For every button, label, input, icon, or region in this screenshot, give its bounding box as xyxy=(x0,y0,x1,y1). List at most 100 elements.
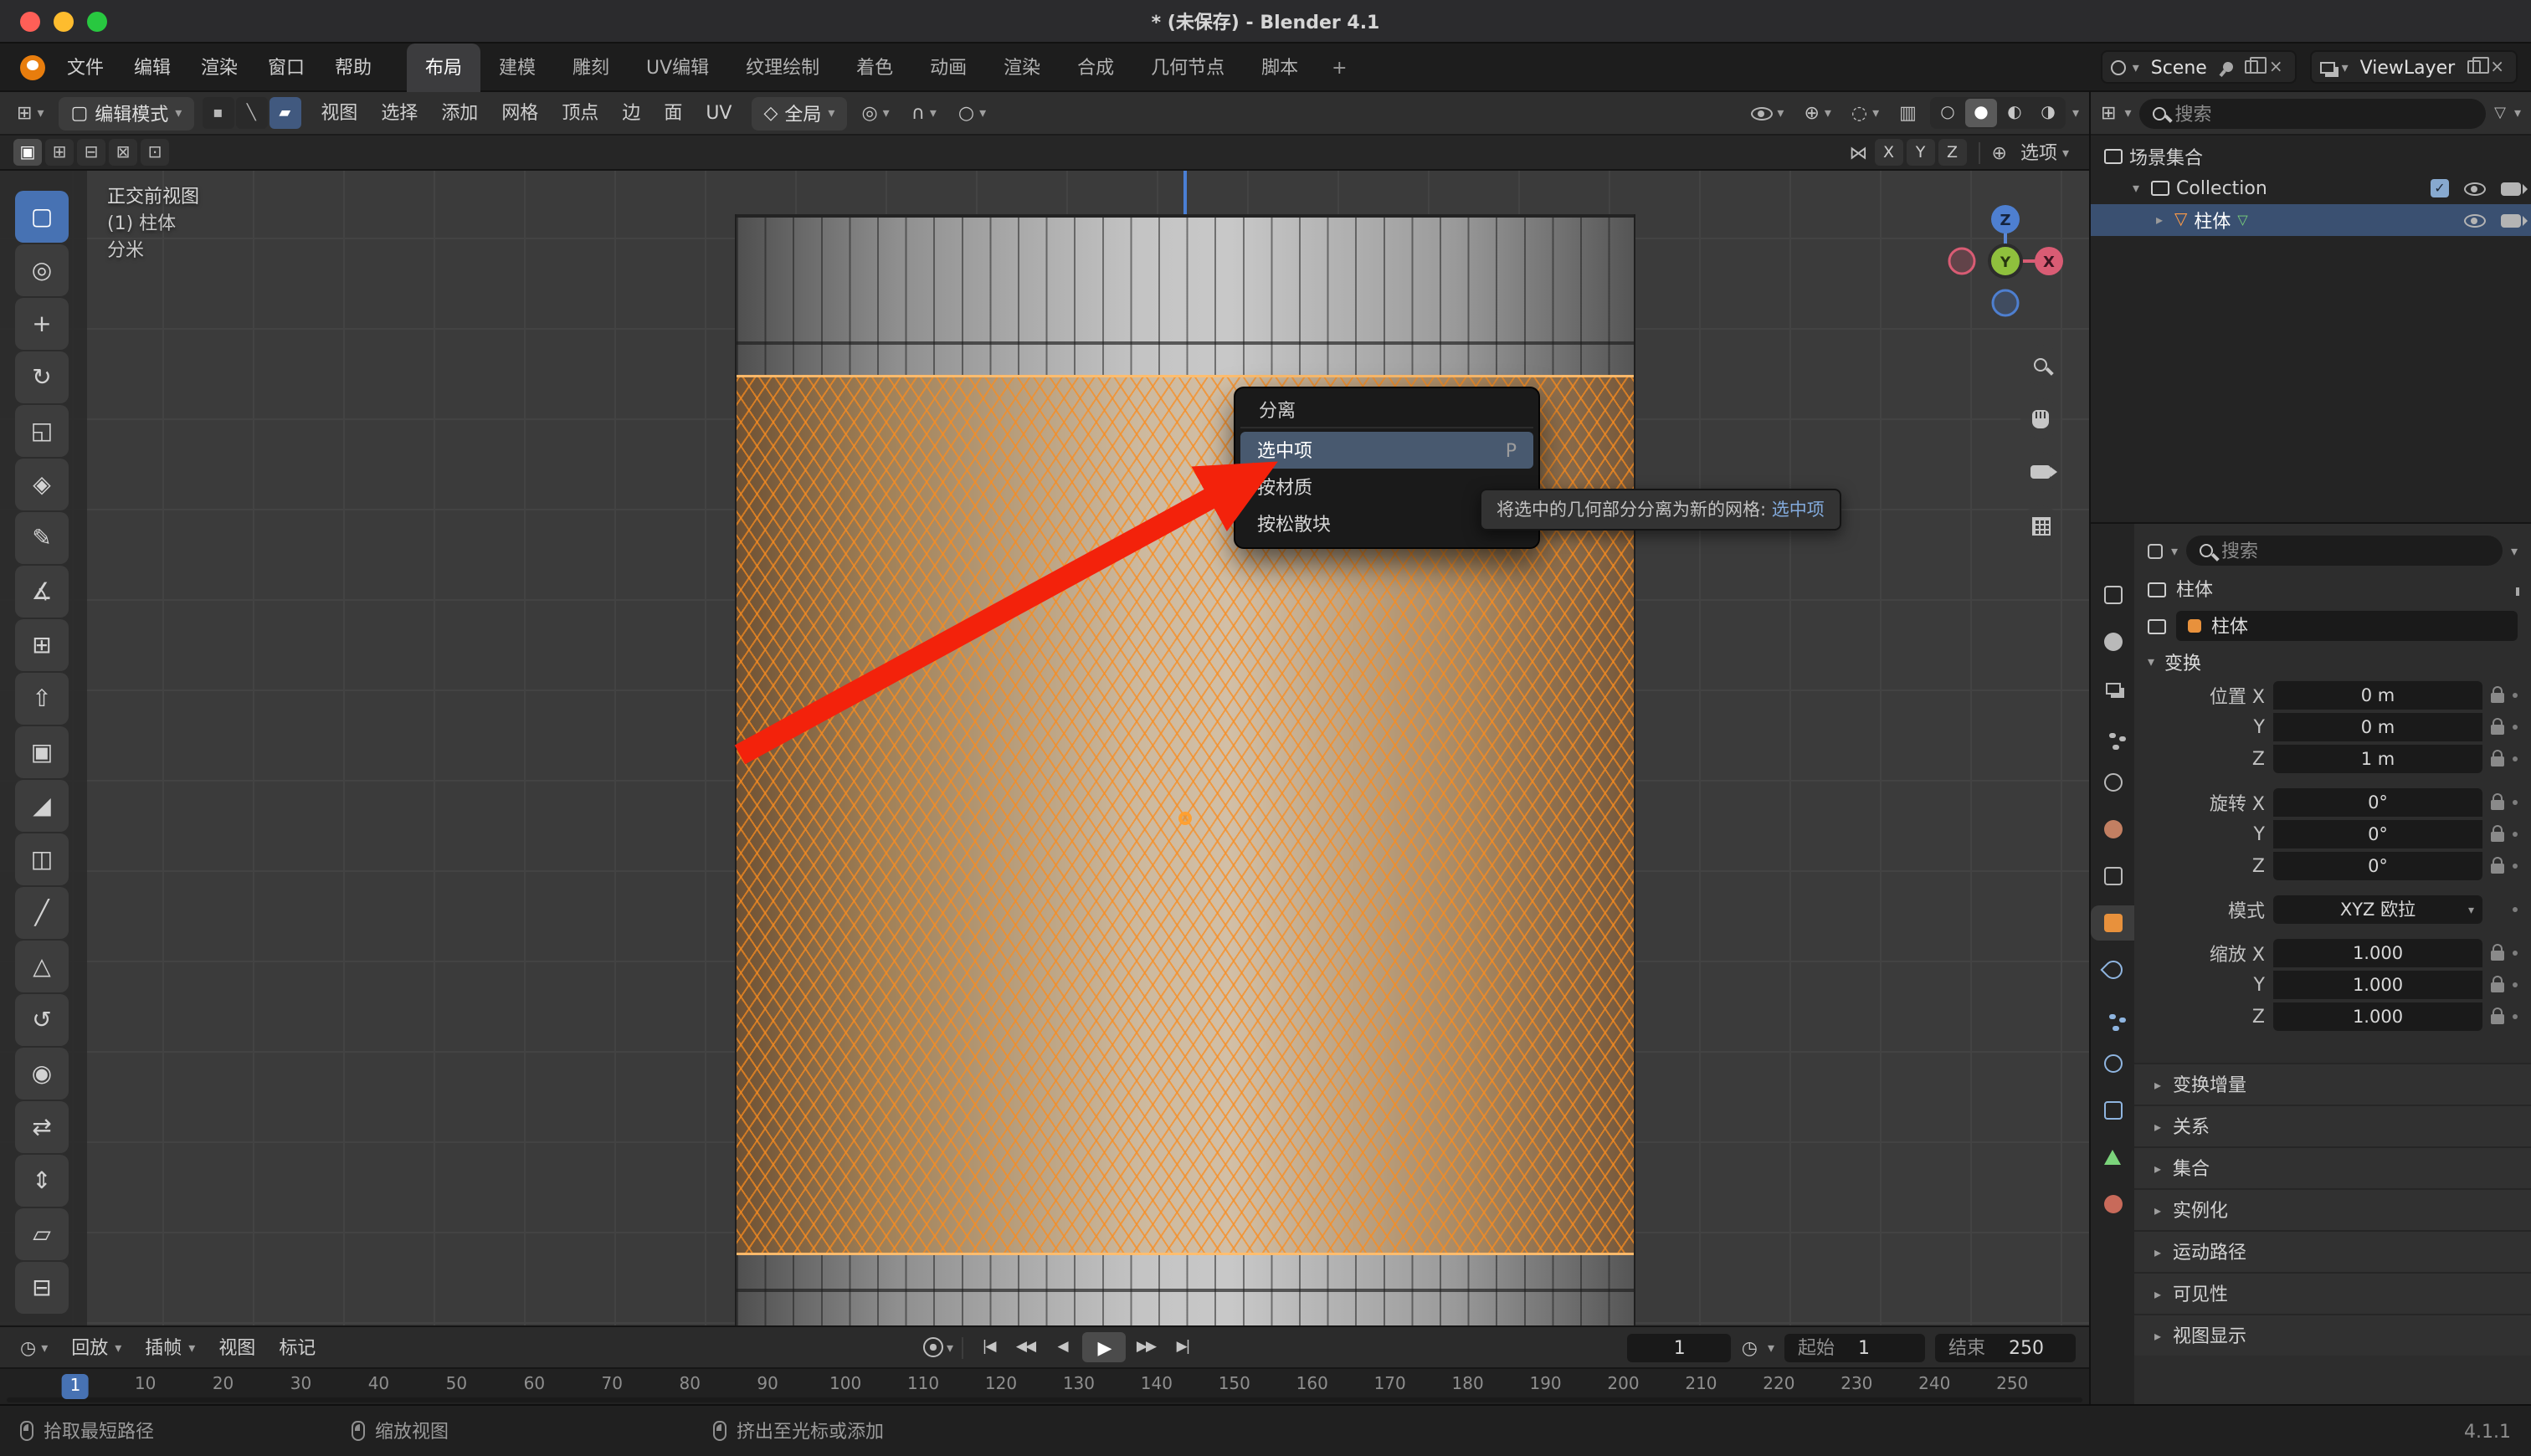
overlays-toggle[interactable]: ◌ ▾ xyxy=(1845,96,1886,130)
timeline-scrollbar[interactable] xyxy=(7,1397,2082,1402)
workspace-tab[interactable]: 脚本 xyxy=(1243,43,1317,91)
face-mode-button[interactable]: ▰ xyxy=(269,97,300,129)
options-dropdown[interactable]: 选项 ▾ xyxy=(2014,136,2076,169)
rotation-x-field[interactable]: 0° xyxy=(2273,788,2482,817)
pivot-point-dropdown[interactable]: ◎ ▾ xyxy=(855,96,896,130)
tool-spin[interactable]: ↺ xyxy=(15,994,69,1046)
jump-to-start-button[interactable]: |◀ xyxy=(972,1332,1005,1362)
playhead-badge[interactable]: 1 xyxy=(62,1374,90,1399)
properties-tab-scene[interactable] xyxy=(2091,765,2134,800)
cylinder-bottom-segment[interactable] xyxy=(737,1255,1634,1325)
animate-dot[interactable] xyxy=(2513,756,2518,761)
shading-solid-button[interactable]: ● xyxy=(1965,99,1997,127)
mirror-icon[interactable]: ⋈ xyxy=(1850,141,1868,163)
topbar-menu[interactable]: 窗口 xyxy=(253,43,320,91)
tool-poly-build[interactable]: △ xyxy=(15,941,69,992)
workspace-tab[interactable]: 渲染 xyxy=(985,43,1059,91)
viewport-menu[interactable]: 视图 xyxy=(309,91,369,135)
jump-to-end-button[interactable]: ▶| xyxy=(1166,1332,1199,1362)
tool-rip-region[interactable]: ⊟ xyxy=(15,1262,69,1314)
properties-tab-modifiers[interactable] xyxy=(2091,952,2134,987)
timeline-menu[interactable]: 视图 xyxy=(207,1334,267,1361)
outliner-item-label[interactable]: Collection xyxy=(2176,177,2267,199)
timeline-menu[interactable]: 回放▾ xyxy=(59,1334,133,1361)
camera-view-button[interactable] xyxy=(2020,452,2061,492)
animate-dot[interactable] xyxy=(2513,951,2518,956)
properties-search-input[interactable]: 搜索 xyxy=(2186,536,2503,566)
scene-selector[interactable]: ▾ Scene × xyxy=(2101,50,2297,84)
workspace-tab[interactable]: 布局 xyxy=(407,43,480,91)
gizmo-minus-x-ball[interactable] xyxy=(1949,249,1974,274)
viewport-menu[interactable]: 添加 xyxy=(429,91,490,135)
show-gizmo-dropdown[interactable]: ▾ xyxy=(1743,96,1790,130)
viewport-menu[interactable]: 顶点 xyxy=(550,91,610,135)
shading-material-preview-button[interactable]: ◐ xyxy=(1999,99,2030,127)
timeline-menu[interactable]: 插帧▾ xyxy=(133,1334,207,1361)
close-icon[interactable]: × xyxy=(2266,58,2287,76)
filter-funnel-icon[interactable]: ▽ xyxy=(2494,105,2506,121)
lock-icon[interactable] xyxy=(2491,982,2504,992)
tool-move[interactable]: + xyxy=(15,298,69,350)
workspace-tab[interactable]: 合成 xyxy=(1059,43,1132,91)
edge-mode-button[interactable]: ╲ xyxy=(235,97,267,129)
properties-tab-constraints[interactable] xyxy=(2091,1093,2134,1128)
select-op-button[interactable]: ⊟ xyxy=(77,139,105,166)
animate-dot[interactable] xyxy=(2513,864,2518,869)
lock-icon[interactable] xyxy=(2491,756,2504,766)
outliner-row-cylinder[interactable]: ▸▽柱体▽ xyxy=(2091,204,2531,236)
navigation-gizmo[interactable]: Z X Y xyxy=(1942,197,2069,325)
animate-dot[interactable] xyxy=(2513,725,2518,730)
chevron-down-icon[interactable]: ▾ xyxy=(2133,59,2139,74)
gizmos-toggle[interactable]: ⊕ ▾ xyxy=(1797,96,1837,130)
tool-measure[interactable]: ∡ xyxy=(15,566,69,618)
properties-tab-tool[interactable] xyxy=(2091,577,2134,613)
workspace-tab[interactable]: 纹理绘制 xyxy=(727,43,838,91)
tool-cursor[interactable]: ◎ xyxy=(15,244,69,296)
chevron-down-icon[interactable]: ▾ xyxy=(2171,543,2178,558)
minimize-window-button[interactable] xyxy=(54,11,74,31)
breadcrumb-object-name[interactable]: 柱体 xyxy=(2176,576,2213,602)
outliner-search-input[interactable]: 搜索 xyxy=(2139,98,2486,128)
xray-toggle[interactable]: ▥ xyxy=(1892,96,1923,130)
frame-start-field[interactable]: 起始 1 xyxy=(1784,1333,1925,1361)
lock-icon[interactable] xyxy=(2491,1014,2504,1024)
chevron-down-icon[interactable]: ▾ xyxy=(2072,105,2079,120)
object-name-field[interactable]: 柱体 xyxy=(2176,611,2518,641)
viewport-menu[interactable]: UV xyxy=(694,91,743,135)
viewport-menu[interactable]: 选择 xyxy=(369,91,429,135)
frame-end-field[interactable]: 结束 250 xyxy=(1935,1333,2076,1361)
animate-dot[interactable] xyxy=(2513,982,2518,987)
panel-section[interactable]: ▸可见性 xyxy=(2134,1272,2531,1314)
animate-dot[interactable] xyxy=(2513,907,2518,912)
viewlayer-name[interactable]: ViewLayer xyxy=(2355,56,2461,78)
tool-annotate[interactable]: ✎ xyxy=(15,512,69,564)
animate-dot[interactable] xyxy=(2513,1014,2518,1019)
tool-select-box[interactable]: ▢ xyxy=(15,191,69,243)
lock-icon[interactable] xyxy=(2491,725,2504,735)
gizmo-minus-z-ball[interactable] xyxy=(1993,290,2018,315)
tool-shear[interactable]: ▱ xyxy=(15,1208,69,1260)
viewport-menu[interactable]: 边 xyxy=(610,91,652,135)
prev-keyframe-button[interactable]: ◀◀ xyxy=(1009,1332,1042,1362)
properties-tab-output[interactable] xyxy=(2091,671,2134,706)
tool-scale[interactable]: ◱ xyxy=(15,405,69,457)
lock-icon[interactable] xyxy=(2491,832,2504,842)
ortho-grid-button[interactable] xyxy=(2020,505,2061,546)
properties-tab-material[interactable] xyxy=(2091,1187,2134,1222)
timeline-editor-type-button[interactable]: ◷ ▾ xyxy=(13,1330,54,1364)
shading-rendered-button[interactable]: ◑ xyxy=(2032,99,2064,127)
animate-dot[interactable] xyxy=(2513,832,2518,837)
auto-keying-icon[interactable] xyxy=(923,1337,943,1357)
panel-section[interactable]: ▸变换增量 xyxy=(2134,1063,2531,1105)
scale-y-field[interactable]: 1.000 xyxy=(2273,971,2482,999)
properties-tab-physics[interactable] xyxy=(2091,1046,2134,1081)
shading-wireframe-button[interactable]: ○ xyxy=(1932,99,1964,127)
tool-extrude-region[interactable]: ⇧ xyxy=(15,673,69,725)
chevron-down-icon[interactable]: ▾ xyxy=(2514,105,2521,120)
rotation-z-field[interactable]: 0° xyxy=(2273,852,2482,880)
lock-icon[interactable] xyxy=(2491,864,2504,874)
panel-section[interactable]: ▸视图显示 xyxy=(2134,1314,2531,1356)
panel-section[interactable]: ▸关系 xyxy=(2134,1105,2531,1146)
panel-section[interactable]: ▸集合 xyxy=(2134,1146,2531,1188)
outliner-item-label[interactable]: 柱体 xyxy=(2194,207,2231,233)
